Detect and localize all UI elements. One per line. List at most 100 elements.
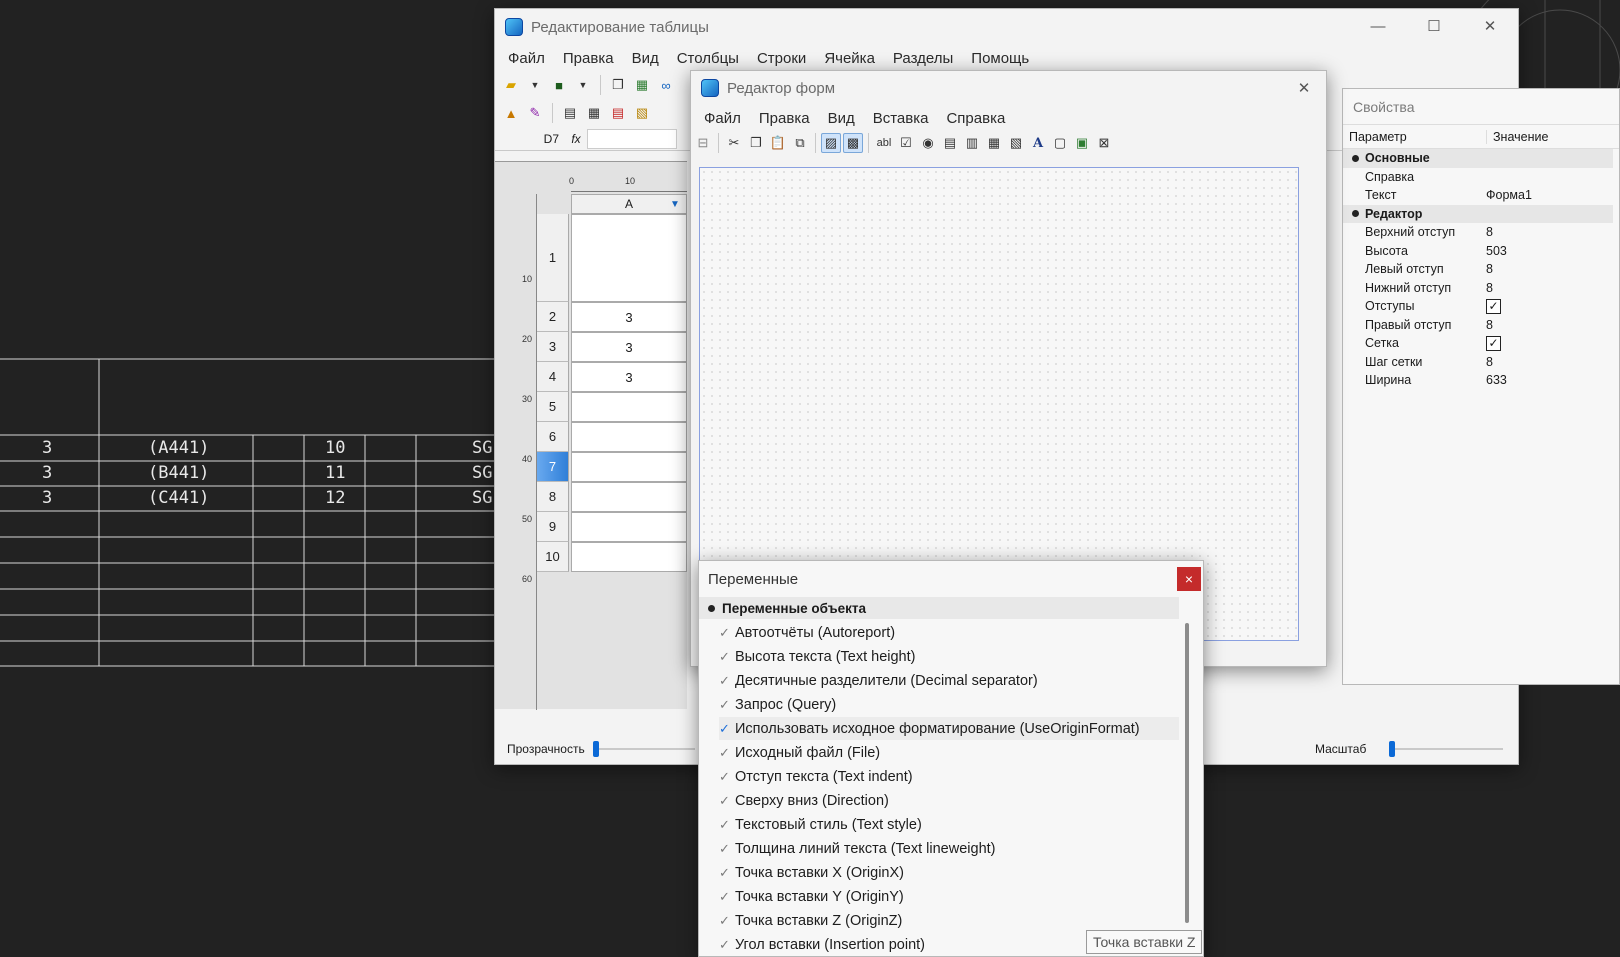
row-header-selected[interactable]: 7	[537, 452, 569, 482]
table-cell[interactable]	[571, 542, 687, 572]
chevron-down-icon[interactable]: ▼	[525, 75, 545, 95]
property-value[interactable]: 8	[1486, 355, 1493, 369]
export-icon[interactable]: ▦	[632, 75, 652, 95]
menu-file[interactable]: Файл	[695, 110, 750, 127]
copy-icon[interactable]: ❐	[608, 75, 628, 95]
textbox-icon[interactable]: abl	[874, 133, 894, 153]
menu-help[interactable]: Помощь	[962, 50, 1038, 67]
row-header[interactable]: 10	[537, 542, 569, 572]
menu-view[interactable]: Вид	[623, 50, 668, 67]
menu-edit[interactable]: Правка	[554, 50, 623, 67]
property-row[interactable]: Текст Форма1	[1343, 186, 1613, 205]
property-category[interactable]: Основные	[1343, 149, 1613, 168]
table-cell[interactable]	[571, 482, 687, 512]
property-row[interactable]: Нижний отступ 8	[1343, 279, 1613, 298]
table-cell[interactable]	[571, 214, 687, 302]
menu-file[interactable]: Файл	[499, 50, 554, 67]
row-header[interactable]: 4	[537, 362, 569, 392]
save-icon[interactable]: ■	[549, 75, 569, 95]
radio-icon[interactable]: ◉	[918, 133, 938, 153]
variable-item[interactable]: ✓ Десятичные разделители (Decimal separat…	[719, 669, 1038, 692]
table-cell[interactable]	[571, 422, 687, 452]
variable-item[interactable]: ✓ Точка вставки X (OriginX)	[719, 861, 904, 884]
spin-icon[interactable]: ▧	[1006, 133, 1026, 153]
variable-item[interactable]: ✓ Угол вставки (Insertion point)	[719, 933, 925, 956]
label-icon[interactable]: A	[1028, 133, 1048, 153]
chevron-down-icon[interactable]: ▼	[573, 75, 593, 95]
property-value[interactable]: 8	[1486, 318, 1493, 332]
row-header[interactable]: 1	[537, 214, 569, 302]
property-row[interactable]: Верхний отступ 8	[1343, 223, 1613, 242]
scale-slider[interactable]	[1389, 741, 1503, 757]
variable-item[interactable]: ✓ Точка вставки Y (OriginY)	[719, 885, 904, 908]
row-header[interactable]: 6	[537, 422, 569, 452]
menu-view[interactable]: Вид	[819, 110, 864, 127]
row-header[interactable]: 8	[537, 482, 569, 512]
property-row[interactable]: Правый отступ 8	[1343, 316, 1613, 335]
grid-toggle-icon[interactable]: ▩	[843, 133, 863, 153]
margins-toggle-icon[interactable]: ▨	[821, 133, 841, 153]
table-insert-icon[interactable]: ▤	[560, 103, 580, 123]
property-row[interactable]: Отступы ✓	[1343, 297, 1613, 316]
property-category[interactable]: Редактор	[1343, 204, 1613, 223]
property-row[interactable]: Сетка ✓	[1343, 334, 1613, 353]
row-header[interactable]: 3	[537, 332, 569, 362]
brush-icon[interactable]: ✎	[525, 103, 545, 123]
column-header-a[interactable]: A ▼	[571, 194, 687, 214]
menu-insert[interactable]: Вставка	[864, 110, 938, 127]
arrange-icon[interactable]: ⧉	[790, 133, 810, 153]
form-editor-titlebar[interactable]: Редактор форм	[691, 71, 1326, 105]
frame-icon[interactable]: ▢	[1050, 133, 1070, 153]
variables-group[interactable]: Переменные объекта	[699, 597, 1179, 619]
menu-rows[interactable]: Строки	[748, 50, 815, 67]
menu-sections[interactable]: Разделы	[884, 50, 962, 67]
listbox-icon[interactable]: ▤	[940, 133, 960, 153]
paint-icon[interactable]: ▲	[501, 103, 521, 123]
row-header[interactable]: 2	[537, 302, 569, 332]
variable-item[interactable]: ✓ Высота текста (Text height)	[719, 645, 915, 668]
property-value[interactable]: 8	[1486, 225, 1493, 239]
menu-edit[interactable]: Правка	[750, 110, 819, 127]
row-header[interactable]: 9	[537, 512, 569, 542]
variable-item[interactable]: ✓ Исходный файл (File)	[719, 741, 880, 764]
column-dropdown-icon[interactable]: ▼	[670, 199, 680, 210]
variable-item[interactable]: ✓ Текстовый стиль (Text style)	[719, 813, 922, 836]
table-cell[interactable]	[571, 512, 687, 542]
table-cell[interactable]: 3	[571, 302, 687, 332]
slider-thumb[interactable]	[593, 741, 599, 757]
minimize-button[interactable]: —	[1350, 9, 1406, 43]
menu-help[interactable]: Справка	[937, 110, 1014, 127]
grid-checkbox[interactable]: ✓	[1486, 335, 1501, 351]
row-header[interactable]: 5	[537, 392, 569, 422]
table-delete-icon[interactable]: ▤	[608, 103, 628, 123]
transparency-slider[interactable]	[593, 741, 695, 757]
variable-item[interactable]: ✓ Отступ текста (Text indent)	[719, 765, 913, 788]
table-control-icon[interactable]: ▦	[984, 133, 1004, 153]
property-row[interactable]: Шаг сетки 8	[1343, 353, 1613, 372]
function-icon[interactable]: fx	[565, 132, 587, 146]
button-control-icon[interactable]: ⊠	[1094, 133, 1114, 153]
menu-columns[interactable]: Столбцы	[668, 50, 748, 67]
variables-close-button[interactable]: ×	[1177, 567, 1201, 591]
cut-icon[interactable]: ✂	[724, 133, 744, 153]
variable-item[interactable]: ✓ Сверху вниз (Direction)	[719, 789, 889, 812]
image-icon[interactable]: ▣	[1072, 133, 1092, 153]
property-value[interactable]: 633	[1486, 373, 1507, 387]
margins-checkbox[interactable]: ✓	[1486, 298, 1501, 314]
combobox-icon[interactable]: ▥	[962, 133, 982, 153]
property-value[interactable]: Форма1	[1486, 188, 1532, 202]
table-grid-icon[interactable]: ▦	[584, 103, 604, 123]
copy-icon[interactable]: ❐	[746, 133, 766, 153]
property-row[interactable]: Справка	[1343, 168, 1613, 187]
variable-item[interactable]: ✓ Толщина линий текста (Text lineweight)	[719, 837, 996, 860]
variable-item[interactable]: ✓ Точка вставки Z (OriginZ)	[719, 909, 902, 932]
table-cell[interactable]	[571, 452, 687, 482]
table-edit-icon[interactable]: ▧	[632, 103, 652, 123]
variable-item-highlighted[interactable]: ✓ Использовать исходное форматирование (U…	[719, 717, 1179, 740]
property-row[interactable]: Ширина 633	[1343, 371, 1613, 390]
property-value[interactable]: 503	[1486, 244, 1507, 258]
property-value[interactable]: 8	[1486, 262, 1493, 276]
property-value[interactable]: 8	[1486, 281, 1493, 295]
property-row[interactable]: Высота 503	[1343, 242, 1613, 261]
slider-thumb[interactable]	[1389, 741, 1395, 757]
